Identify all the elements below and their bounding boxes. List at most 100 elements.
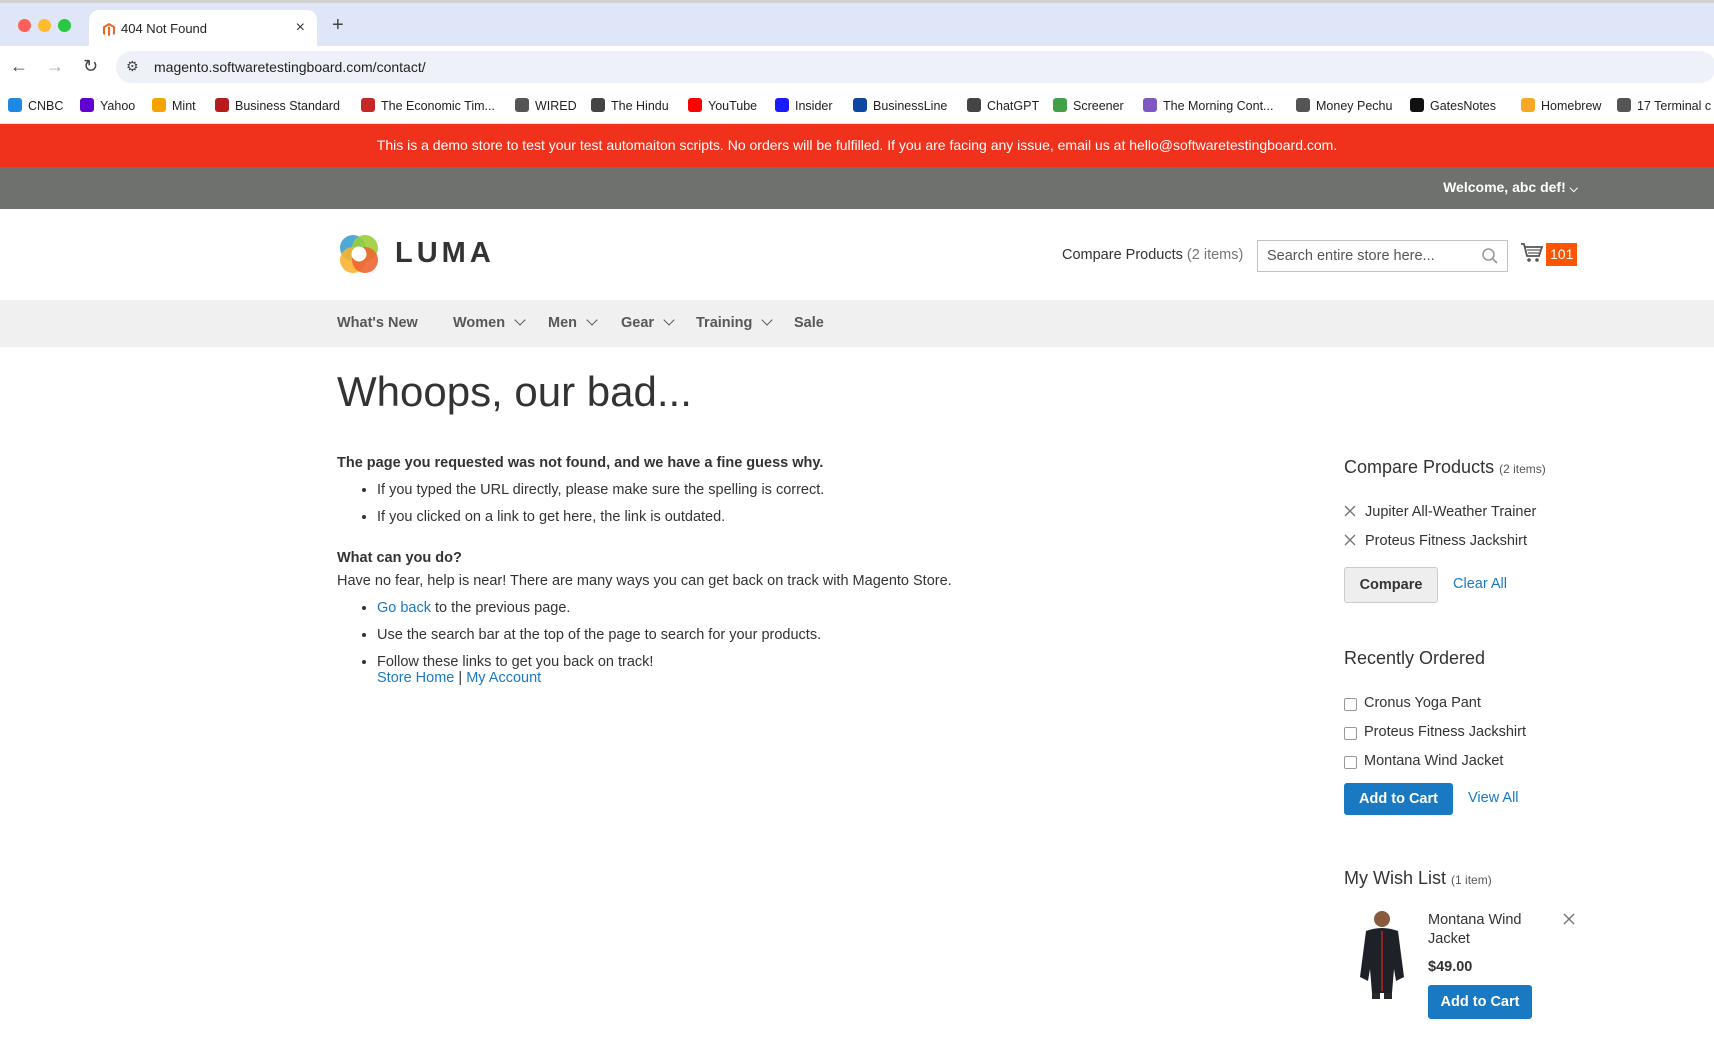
compare-item-name[interactable]: Jupiter All-Weather Trainer bbox=[1365, 504, 1536, 520]
remove-icon[interactable] bbox=[1344, 505, 1356, 517]
bookmark-label: Insider bbox=[795, 99, 833, 113]
bookmark-label: The Hindu bbox=[611, 99, 669, 113]
nav-item-gear[interactable]: Gear bbox=[621, 314, 675, 331]
chevron-down-icon bbox=[761, 314, 774, 326]
recent-add-to-cart-button[interactable]: Add to Cart bbox=[1344, 783, 1453, 815]
actions-list: Go back to the previous page. Use the se… bbox=[337, 600, 1237, 686]
compare-button[interactable]: Compare bbox=[1344, 567, 1438, 603]
bookmark-item[interactable]: The Hindu bbox=[591, 98, 669, 113]
chevron-down-icon bbox=[514, 314, 526, 326]
store-home-link[interactable]: Store Home bbox=[377, 670, 454, 686]
nav-item-training[interactable]: Training bbox=[696, 314, 774, 331]
nav-item-men[interactable]: Men bbox=[548, 314, 598, 331]
clear-all-link[interactable]: Clear All bbox=[1453, 576, 1507, 592]
bookmark-item[interactable]: Yahoo bbox=[80, 98, 135, 113]
bookmark-item[interactable]: ChatGPT bbox=[967, 98, 1039, 113]
nav-item-women[interactable]: Women bbox=[453, 314, 526, 331]
panel-header: Welcome, abc def! ⌵ bbox=[0, 167, 1714, 209]
bookmark-item[interactable]: Mint bbox=[152, 98, 196, 113]
search-box bbox=[1257, 240, 1508, 272]
bookmark-label: Homebrew bbox=[1541, 99, 1602, 113]
compare-item: Jupiter All-Weather Trainer bbox=[1344, 504, 1584, 533]
bookmark-item[interactable]: WIRED bbox=[515, 98, 577, 113]
compare-label: Compare Products bbox=[1062, 247, 1183, 263]
search-icon[interactable] bbox=[1481, 247, 1499, 265]
bookmark-item[interactable]: GatesNotes bbox=[1410, 98, 1496, 113]
maximize-window-button[interactable] bbox=[58, 19, 71, 32]
reason-item: If you clicked on a link to get here, th… bbox=[377, 509, 1237, 525]
bookmark-favicon-icon bbox=[688, 98, 702, 112]
luma-logo-icon[interactable] bbox=[337, 232, 381, 276]
bookmark-item[interactable]: CNBC bbox=[8, 98, 63, 113]
bookmark-favicon-icon bbox=[1143, 98, 1157, 112]
wishlist-item-name[interactable]: Montana Wind Jacket bbox=[1428, 911, 1538, 949]
bookmark-item[interactable]: Homebrew bbox=[1521, 98, 1601, 113]
recent-item-checkbox[interactable] bbox=[1344, 756, 1357, 769]
bookmark-item[interactable]: Screener bbox=[1053, 98, 1124, 113]
remove-icon[interactable] bbox=[1563, 913, 1575, 925]
close-window-button[interactable] bbox=[18, 19, 31, 32]
nav-item-label: Women bbox=[453, 315, 506, 331]
nav-item-what-s-new[interactable]: What's New bbox=[337, 315, 418, 331]
recent-item-name[interactable]: Cronus Yoga Pant bbox=[1364, 695, 1481, 711]
minimize-window-button[interactable] bbox=[38, 19, 51, 32]
cart-count-badge[interactable]: 101 bbox=[1546, 243, 1578, 266]
customer-welcome-menu[interactable]: Welcome, abc def! ⌵ bbox=[1443, 179, 1578, 196]
site-settings-icon[interactable]: ⚙ bbox=[126, 58, 139, 75]
bookmark-label: ChatGPT bbox=[987, 99, 1040, 113]
recent-item-name[interactable]: Montana Wind Jacket bbox=[1364, 753, 1503, 769]
bookmark-favicon-icon bbox=[775, 98, 789, 112]
nav-item-sale[interactable]: Sale bbox=[794, 315, 824, 331]
reason-item: If you typed the URL directly, please ma… bbox=[377, 482, 1237, 498]
close-tab-icon[interactable]: × bbox=[296, 19, 305, 37]
view-all-link[interactable]: View All bbox=[1468, 790, 1519, 806]
address-bar-row: ← → ↻ ⚙ magento.softwaretestingboard.com… bbox=[0, 46, 1714, 88]
search-input[interactable] bbox=[1258, 241, 1478, 271]
bookmark-label: BusinessLine bbox=[873, 99, 948, 113]
bookmark-item[interactable]: BusinessLine bbox=[853, 98, 947, 113]
url-text[interactable]: magento.softwaretestingboard.com/contact… bbox=[154, 59, 426, 75]
header-compare-link[interactable]: Compare Products (2 items) bbox=[1062, 247, 1243, 263]
remove-icon[interactable] bbox=[1344, 534, 1356, 546]
my-account-link[interactable]: My Account bbox=[466, 670, 541, 686]
recent-item-checkbox[interactable] bbox=[1344, 698, 1357, 711]
wishlist-product-image[interactable] bbox=[1352, 907, 1412, 999]
demo-notice-banner: This is a demo store to test your test a… bbox=[0, 124, 1714, 167]
compare-count: (2 items) bbox=[1186, 247, 1244, 263]
what-can-you-do-heading: What can you do? bbox=[337, 550, 462, 566]
browser-tab-active[interactable]: 404 Not Found × bbox=[89, 10, 317, 49]
back-arrow-icon[interactable]: ← bbox=[10, 56, 28, 77]
recent-item: Montana Wind Jacket bbox=[1344, 753, 1584, 782]
bookmark-label: YouTube bbox=[708, 99, 758, 113]
bookmark-favicon-icon bbox=[215, 98, 229, 112]
bookmark-item[interactable]: The Morning Cont... bbox=[1143, 98, 1273, 113]
bookmark-item[interactable]: The Economic Tim... bbox=[361, 98, 495, 113]
chevron-down-icon bbox=[663, 314, 675, 326]
recent-item-checkbox[interactable] bbox=[1344, 727, 1357, 740]
action-item: Follow these links to get you back on tr… bbox=[377, 654, 1237, 686]
reload-icon[interactable]: ↻ bbox=[83, 56, 98, 77]
bookmark-label: Business Standard bbox=[235, 99, 340, 113]
recently-ordered-title: Recently Ordered bbox=[1344, 648, 1486, 668]
compare-item: Proteus Fitness Jackshirt bbox=[1344, 533, 1584, 562]
bookmark-item[interactable]: Money Pechu bbox=[1296, 98, 1392, 113]
luma-logo-text[interactable]: LUMA bbox=[395, 237, 495, 270]
nav-item-label: Sale bbox=[794, 315, 824, 331]
cart-icon[interactable] bbox=[1520, 242, 1544, 264]
bookmark-item[interactable]: 17 Terminal c bbox=[1617, 98, 1711, 113]
wishlist-add-to-cart-button[interactable]: Add to Cart bbox=[1428, 985, 1532, 1019]
recent-item-name[interactable]: Proteus Fitness Jackshirt bbox=[1364, 724, 1526, 740]
url-field[interactable]: ⚙ magento.softwaretestingboard.com/conta… bbox=[116, 51, 1714, 83]
bookmark-favicon-icon bbox=[1296, 98, 1310, 112]
forward-arrow-icon[interactable]: → bbox=[46, 56, 64, 77]
bookmark-label: Mint bbox=[172, 99, 196, 113]
bookmark-favicon-icon bbox=[80, 98, 94, 112]
bookmark-item[interactable]: YouTube bbox=[688, 98, 757, 113]
bookmark-item[interactable]: Insider bbox=[775, 98, 833, 113]
compare-title: Compare Products bbox=[1344, 457, 1495, 477]
go-back-link[interactable]: Go back bbox=[377, 600, 431, 616]
bookmark-favicon-icon bbox=[967, 98, 981, 112]
compare-item-name[interactable]: Proteus Fitness Jackshirt bbox=[1365, 533, 1527, 549]
bookmark-item[interactable]: Business Standard bbox=[215, 98, 340, 113]
new-tab-button[interactable]: + bbox=[332, 14, 344, 37]
